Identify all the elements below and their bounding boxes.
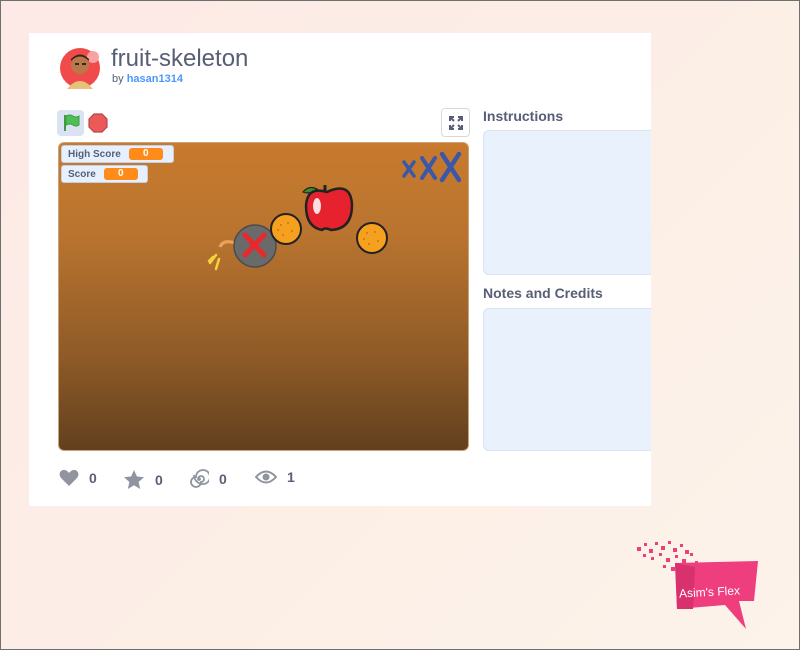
love-stat[interactable]: 0 — [59, 469, 97, 487]
stop-button[interactable] — [87, 112, 109, 134]
project-stage[interactable]: High Score 0 Score 0 — [58, 142, 469, 451]
views-count: 1 — [287, 469, 295, 485]
green-flag-button[interactable] — [57, 110, 84, 136]
fullscreen-icon — [448, 115, 463, 130]
orange-sprite-2 — [356, 222, 388, 254]
byline-prefix: by — [112, 73, 124, 85]
heart-icon — [59, 469, 79, 486]
stage-sprites — [207, 151, 462, 271]
remix-icon — [190, 469, 209, 488]
star-icon — [124, 470, 144, 489]
instructions-heading: Instructions — [483, 108, 564, 124]
fullscreen-button[interactable] — [441, 108, 470, 137]
remix-stat: 0 — [189, 469, 227, 489]
notes-box — [483, 308, 651, 451]
views-stat: 1 — [255, 469, 295, 485]
instructions-box — [483, 130, 651, 275]
eye-icon — [255, 470, 277, 484]
love-count: 0 — [89, 470, 97, 486]
author-avatar[interactable] — [59, 47, 101, 89]
remix-count: 0 — [219, 471, 227, 487]
project-card: fruit-skeleton by hasan1314 High Score 0… — [29, 33, 651, 506]
misses-marks — [402, 151, 462, 183]
bomb-sprite — [207, 224, 277, 271]
notes-heading: Notes and Credits — [483, 285, 603, 301]
favorite-stat[interactable]: 0 — [123, 469, 163, 490]
project-title: fruit-skeleton — [111, 45, 249, 72]
project-byline: by hasan1314 — [112, 73, 183, 85]
favorite-count: 0 — [155, 471, 163, 488]
avatar-image — [59, 47, 101, 89]
green-flag-icon — [63, 114, 79, 131]
apple-sprite — [302, 185, 354, 232]
stop-sign-icon — [88, 113, 108, 133]
author-link[interactable]: hasan1314 — [127, 73, 183, 85]
orange-sprite-1 — [270, 213, 302, 245]
